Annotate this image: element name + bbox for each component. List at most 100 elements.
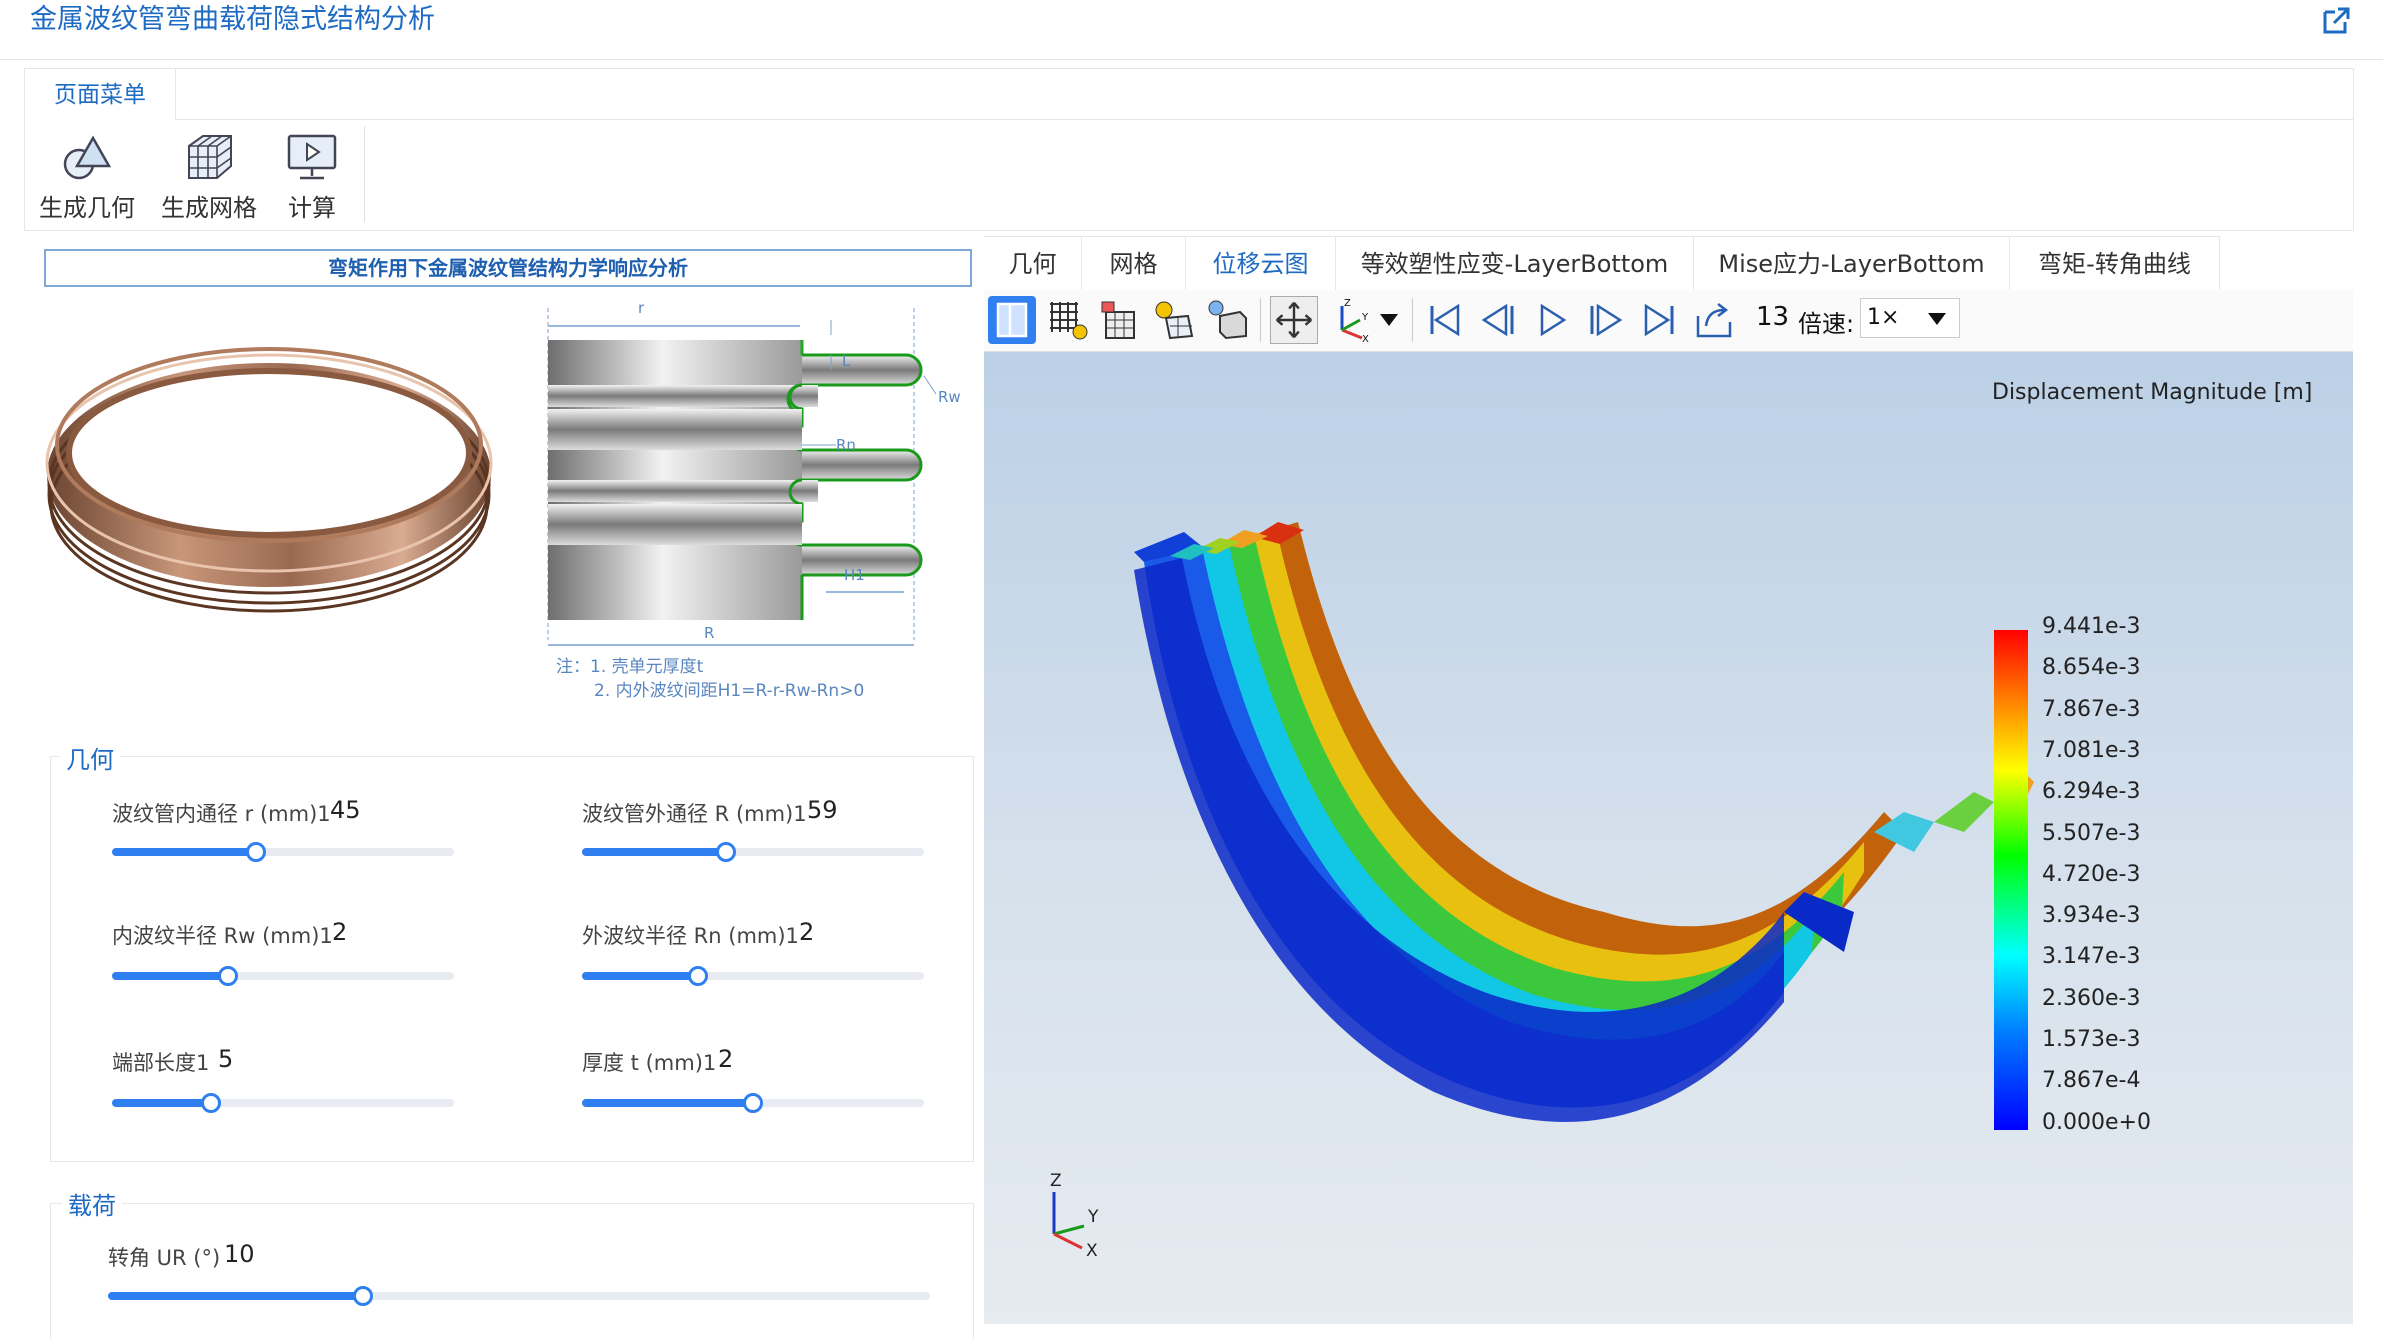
slider-outer-diameter[interactable] [582, 842, 924, 862]
export-icon[interactable] [1690, 296, 1738, 344]
slider-thumb[interactable] [201, 1093, 221, 1113]
param-label-inner-radius: 内波纹半径 Rw (mm)1 [112, 924, 333, 948]
param-label-rotation: 转角 UR (°) [108, 1246, 221, 1270]
legend-value: 5.507e-3 [2042, 820, 2141, 846]
axis-orientation-icon[interactable]: ZY X [1328, 296, 1376, 344]
tab-page-menu[interactable]: 页面菜单 [24, 68, 176, 120]
geometry-section-title: 几何 [60, 740, 120, 775]
slider-thumb[interactable] [743, 1093, 763, 1113]
compute-label: 计算 [288, 194, 336, 222]
param-value-thickness: 2 [718, 1045, 734, 1073]
label-Rn: Rn [836, 436, 856, 454]
label-L: L [842, 352, 851, 370]
slider-fill [112, 1099, 211, 1107]
param-label-outer-diameter: 波纹管外通径 R (mm)1 [582, 802, 807, 826]
view-mesh-icon[interactable] [1044, 296, 1092, 344]
viewer-toolbar: ZY X 13 倍速: 1× [984, 290, 2353, 352]
slider-thumb[interactable] [716, 842, 736, 862]
tab-displacement[interactable]: 位移云图 [1186, 236, 1336, 290]
last-frame-icon[interactable] [1636, 296, 1684, 344]
legend-value: 7.867e-4 [2042, 1068, 2141, 1094]
axis-y-label: Y [1087, 1207, 1099, 1227]
first-frame-icon[interactable] [1420, 296, 1468, 344]
menu-panel [24, 68, 2354, 231]
legend-value: 6.294e-3 [2042, 779, 2141, 805]
slider-fill [108, 1292, 363, 1300]
param-value-inner-diameter: 45 [330, 796, 361, 824]
slider-inner-diameter[interactable] [112, 842, 454, 862]
generate-geometry-button[interactable]: 生成几何 [32, 126, 142, 226]
view-shaded-icon[interactable] [1204, 296, 1252, 344]
slider-thumb[interactable] [218, 966, 238, 986]
tab-mises-stress[interactable]: Mise应力-LayerBottom [1694, 236, 2010, 290]
axis-z-label: Z [1050, 1172, 1062, 1191]
legend-value: 2.360e-3 [2042, 985, 2141, 1011]
axis-triad: Z Y X [1050, 1172, 1099, 1261]
tab-moment-angle[interactable]: 弯矩-转角曲线 [2010, 236, 2220, 290]
label-Rw: Rw [938, 388, 961, 406]
external-link-icon[interactable] [2319, 4, 2353, 38]
param-label-thickness: 厚度 t (mm)1 [582, 1051, 717, 1075]
slider-end-length[interactable] [112, 1093, 454, 1113]
chevron-down-icon [1928, 313, 1946, 325]
generate-mesh-button[interactable]: 生成网格 [154, 126, 264, 226]
slider-fill [112, 972, 228, 980]
param-label-end-length: 端部长度1 [112, 1051, 210, 1075]
slider-fill [582, 848, 726, 856]
displacement-model[interactable] [984, 352, 2353, 1324]
frame-number: 13 [1756, 302, 1790, 332]
slider-fill [582, 972, 698, 980]
param-label-inner-diameter: 波纹管内通径 r (mm)1 [112, 802, 331, 826]
legend-value: 7.081e-3 [2042, 737, 2141, 763]
speed-label: 倍速: [1798, 310, 1855, 338]
label-r: r [638, 300, 645, 317]
slider-thumb[interactable] [688, 966, 708, 986]
svg-text:Y: Y [1361, 312, 1369, 323]
menu-divider [24, 119, 2354, 120]
diagram-note-1: 注：1. 壳单元厚度t [556, 657, 704, 677]
speed-select[interactable]: 1× [1860, 298, 1960, 338]
slider-thickness[interactable] [582, 1093, 924, 1113]
param-value-inner-radius: 2 [332, 918, 348, 946]
load-section-title: 载荷 [62, 1186, 122, 1221]
slider-inner-radius[interactable] [112, 966, 454, 986]
toolbar-divider [1260, 298, 1261, 342]
toolbar-divider [1412, 298, 1413, 342]
toolbar-divider [364, 126, 365, 222]
view-wireframe-icon[interactable] [1096, 296, 1144, 344]
color-scale-bar [1994, 630, 2028, 1130]
slider-outer-radius[interactable] [582, 966, 924, 986]
view-solid-icon[interactable] [988, 296, 1036, 344]
legend-value: 3.934e-3 [2042, 903, 2141, 929]
legend-value: 8.654e-3 [2042, 655, 2141, 681]
play-icon[interactable] [1528, 296, 1576, 344]
tab-mesh[interactable]: 网格 [1082, 236, 1186, 290]
previous-frame-icon[interactable] [1474, 296, 1522, 344]
view-light-icon[interactable] [1150, 296, 1198, 344]
slider-thumb[interactable] [353, 1286, 373, 1306]
next-frame-icon[interactable] [1582, 296, 1630, 344]
tab-plastic-strain[interactable]: 等效塑性应变-LayerBottom [1336, 236, 1694, 290]
tab-geometry[interactable]: 几何 [984, 236, 1082, 290]
3d-viewport[interactable]: Displacement Magnitude [m] 9.441e-3 8.654… [984, 352, 2353, 1324]
legend-value: 3.147e-3 [2042, 944, 2141, 970]
generate-mesh-label: 生成网格 [161, 194, 257, 222]
chevron-down-icon[interactable] [1374, 296, 1404, 344]
param-value-outer-diameter: 59 [807, 796, 838, 824]
slider-fill [582, 1099, 753, 1107]
compute-icon [287, 134, 337, 180]
app-title: 金属波纹管弯曲载荷隐式结构分析 [30, 4, 435, 35]
compute-button[interactable]: 计算 [258, 126, 366, 226]
label-H1: H1 [844, 566, 865, 584]
legend-value: 7.867e-3 [2042, 696, 2141, 722]
mesh-icon [188, 135, 232, 179]
fit-view-icon[interactable] [1270, 296, 1318, 344]
slider-rotation[interactable] [108, 1286, 930, 1306]
param-value-rotation: 10 [224, 1240, 255, 1268]
param-label-outer-radius: 外波纹半径 Rn (mm)1 [582, 924, 799, 948]
slider-thumb[interactable] [246, 842, 266, 862]
legend-value: 9.441e-3 [2042, 614, 2141, 639]
slider-fill [112, 848, 256, 856]
legend-title: Displacement Magnitude [m] [1992, 380, 2313, 405]
analysis-header: 弯矩作用下金属波纹管结构力学响应分析 [44, 249, 972, 287]
